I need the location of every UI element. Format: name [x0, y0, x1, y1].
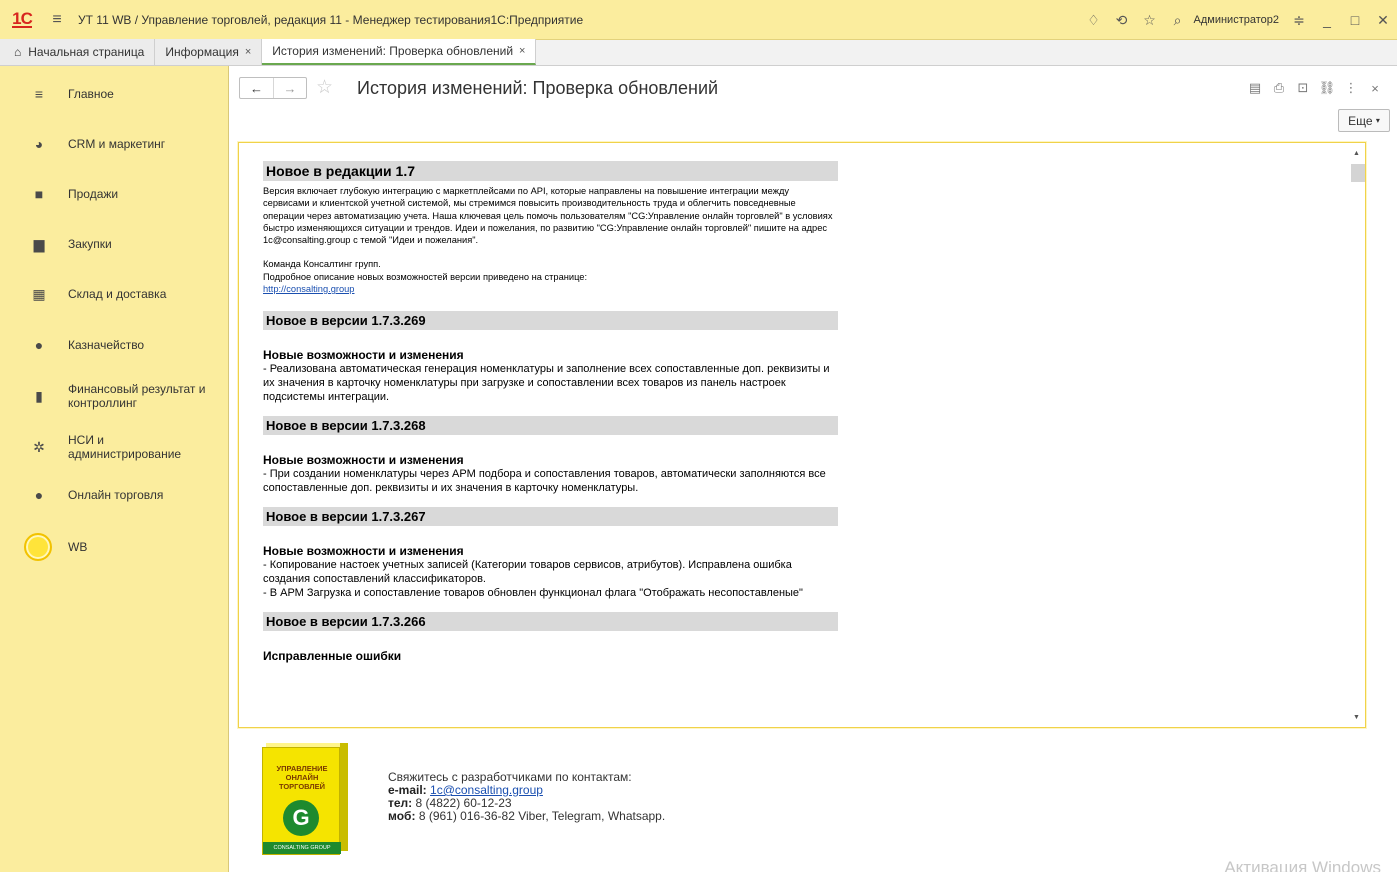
gear-icon: ✲ — [33, 438, 45, 455]
consalting-g-icon: G — [283, 800, 319, 836]
sidebar-item-wb[interactable]: WB — [0, 522, 229, 572]
save-icon[interactable]: ▤ — [1243, 78, 1267, 98]
sidebar-item-finance[interactable]: ▮ Финансовый результат и контроллинг — [0, 371, 229, 421]
version-heading: Новое в версии 1.7.3.267 — [263, 507, 838, 527]
history-icon[interactable]: ⟲ — [1108, 0, 1136, 40]
version-heading: Новое в версии 1.7.3.268 — [263, 416, 838, 436]
changelog-document: Новое в редакции 1.7 Версия включает глу… — [263, 161, 838, 663]
nav-buttons: ← → — [239, 77, 307, 99]
back-button[interactable]: ← — [240, 78, 273, 98]
window-title: УТ 11 WB / Управление торговлей, редакци… — [78, 12, 584, 27]
scroll-thumb[interactable] — [1351, 164, 1365, 182]
version-heading: Новое в версии 1.7.3.269 — [263, 311, 838, 331]
coin-icon: ● — [34, 337, 44, 353]
main-menu-button[interactable]: ≡ — [44, 0, 70, 40]
phone: 8 (4822) 60-12-23 — [415, 796, 512, 810]
scroll-up-icon[interactable]: ▲ — [1348, 146, 1365, 160]
release-heading: Новое в редакции 1.7 — [263, 161, 838, 181]
version-subheading: Новые возможности и изменения — [263, 544, 464, 559]
sidebar-item-warehouse[interactable]: ▦ Склад и доставка — [0, 269, 229, 319]
menu-icon: ≡ — [34, 86, 44, 102]
sidebar-item-crm[interactable]: ◕ CRM и маркетинг — [0, 119, 229, 169]
tab-information[interactable]: Информация × — [155, 39, 263, 65]
tab-home[interactable]: ⌂ Начальная страница — [0, 39, 156, 65]
logo-1c-icon: 1С — [12, 8, 33, 28]
scroll-down-icon[interactable]: ▼ — [1348, 710, 1365, 724]
changelog-frame[interactable]: Новое в редакции 1.7 Версия включает глу… — [238, 142, 1366, 728]
main-area: ← → ☆ История изменений: Проверка обновл… — [230, 66, 1397, 872]
chevron-down-icon: ▾ — [1375, 116, 1380, 125]
settings-menu-icon[interactable]: ≑ — [1285, 0, 1313, 40]
version-subheading: Новые возможности и изменения — [263, 348, 464, 363]
add-favorite-star-icon[interactable]: ☆ — [316, 77, 333, 99]
close-window-icon[interactable]: ✕ — [1369, 0, 1397, 40]
tab-bar: ⌂ Начальная страница Информация × Истори… — [0, 39, 1397, 66]
search-icon[interactable]: ⌕ — [1164, 0, 1192, 40]
title-bar: 1С ≡ УТ 11 WB / Управление торговлей, ре… — [0, 0, 1397, 40]
sidebar: ≡ Главное ◕ CRM и маркетинг ■ Продажи ▆ … — [0, 66, 229, 872]
windows-activation-watermark: Активация Windows — [1224, 858, 1381, 872]
version-line: - В АРМ Загрузка и сопоставление товаров… — [263, 587, 803, 600]
close-page-icon[interactable]: × — [1363, 78, 1387, 98]
release-paragraph: Версия включает глубокую интеграцию с ма… — [263, 186, 833, 246]
maximize-icon[interactable]: □ — [1341, 0, 1369, 40]
release-link[interactable]: http://consalting.group — [263, 283, 838, 295]
sidebar-item-admin[interactable]: ✲ НСИ и администрирование — [0, 422, 229, 472]
contacts-block: Свяжитесь с разработчиками по контактам:… — [388, 770, 666, 823]
release-team: Команда Консалтинг групп. — [263, 259, 381, 270]
vertical-scrollbar[interactable]: ▲ ▼ — [1348, 143, 1365, 727]
forward-button[interactable]: → — [272, 78, 306, 98]
link-icon[interactable]: ⛓ — [1315, 78, 1339, 98]
cart-icon: ▆ — [33, 235, 45, 252]
release-details: Подробное описание новых возможностей ве… — [263, 271, 588, 282]
version-subheading: Новые возможности и изменения — [263, 453, 464, 468]
tab-change-history[interactable]: История изменений: Проверка обновлений × — [262, 39, 537, 65]
product-box-logo: УПРАВЛЕНИЕ ОНЛАЙН ТОРГОВЛЕЙ G CONSALTING… — [262, 743, 348, 855]
sidebar-item-purchases[interactable]: ▆ Закупки — [0, 219, 229, 269]
email-link[interactable]: 1c@consalting.group — [430, 783, 543, 797]
preview-icon[interactable]: ⊡ — [1291, 78, 1315, 98]
user-name[interactable]: Администратор2 — [1194, 14, 1279, 26]
version-subheading: Исправленные ошибки — [263, 649, 402, 664]
favorites-star-icon[interactable]: ☆ — [1136, 0, 1164, 40]
home-icon: ⌂ — [14, 45, 22, 59]
sidebar-item-treasury[interactable]: ● Казначейство — [0, 320, 229, 370]
sidebar-item-main[interactable]: ≡ Главное — [0, 69, 229, 119]
sidebar-item-online-trade[interactable]: ● Онлайн торговля — [0, 470, 229, 520]
mobile: 8 (961) 016-36-82 Viber, Telegram, Whats… — [418, 809, 666, 823]
close-tab-icon[interactable]: × — [245, 46, 251, 58]
pie-chart-icon: ◕ — [34, 136, 44, 152]
page-title: История изменений: Проверка обновлений — [357, 78, 719, 98]
bag-icon: ■ — [34, 186, 44, 202]
version-line: - Реализована автоматическая генерация н… — [263, 363, 830, 404]
bar-chart-icon: ▮ — [35, 387, 43, 404]
sidebar-item-sales[interactable]: ■ Продажи — [0, 169, 229, 219]
globe-icon: ● — [34, 487, 44, 503]
version-heading: Новое в версии 1.7.3.266 — [263, 612, 838, 632]
wb-circle-icon — [24, 533, 52, 561]
more-vertical-icon[interactable]: ⋮ — [1339, 78, 1363, 98]
minimize-icon[interactable]: _ — [1313, 0, 1341, 40]
more-button[interactable]: Еще ▾ — [1338, 109, 1390, 132]
version-line: - При создании номенклатуры через АРМ по… — [263, 468, 826, 495]
print-icon[interactable]: ⎙ — [1267, 78, 1291, 98]
warehouse-icon: ▦ — [32, 285, 46, 302]
version-line: - Копирование настоек учетных записей (К… — [263, 559, 792, 586]
close-tab-icon[interactable]: × — [519, 45, 525, 57]
bell-icon[interactable]: ♢ — [1080, 0, 1108, 40]
